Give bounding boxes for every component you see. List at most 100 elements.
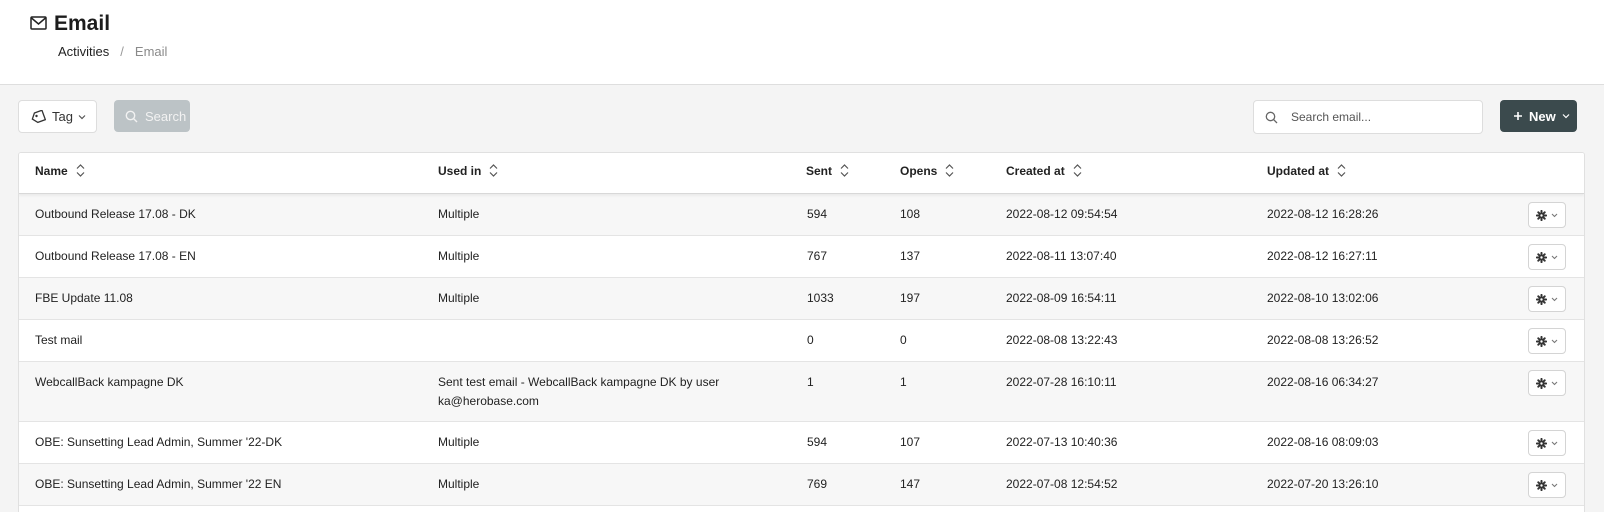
new-button-label: New [1529,108,1556,124]
cell-sent: 767 [807,249,828,263]
row-settings-button[interactable] [1528,328,1566,354]
chevron-down-icon [1551,483,1558,487]
column-header-sent[interactable]: Sent [806,163,849,178]
breadcrumb-separator: / [120,44,124,59]
chevron-down-icon [1551,339,1558,343]
sort-icon [840,164,849,177]
cell-opens: 0 [900,333,907,347]
table-row[interactable]: Outbound Release 17.08 - DK Multiple 594… [19,194,1584,236]
cell-sent: 594 [807,435,828,449]
table-row[interactable]: OBE: Sunsetting Lead Admin, Summer '22 E… [19,464,1584,506]
breadcrumb-activities-link[interactable]: Activities [58,44,109,59]
search-email-input[interactable] [1291,110,1461,124]
tag-icon [31,109,46,123]
chevron-down-icon [78,114,86,119]
cell-created-at: 2022-08-09 16:54:11 [1006,291,1117,305]
cell-updated-at: 2022-08-16 08:09:03 [1267,435,1379,449]
column-header-label: Used in [438,163,482,178]
cell-name: OBE: Sunsetting Lead Admin, Summer '22 E… [35,477,282,491]
gear-icon [1536,479,1547,491]
cell-opens: 108 [900,207,921,221]
cell-name: FBE Update 11.08 [35,291,133,305]
chevron-down-icon [1551,297,1558,301]
column-header-name[interactable]: Name [35,163,85,178]
column-header-updated-at[interactable]: Updated at [1267,163,1346,178]
cell-name: Outbound Release 17.08 - DK [35,207,196,221]
cell-opens: 197 [900,291,921,305]
column-header-label: Opens [900,163,938,178]
column-header-label: Created at [1006,163,1065,178]
cell-sent: 594 [807,207,828,221]
cell-created-at: 2022-07-13 10:40:36 [1006,435,1118,449]
cell-sent: 1 [807,375,814,389]
cell-updated-at: 2022-08-16 06:34:27 [1267,375,1379,389]
sort-icon [76,164,85,177]
cell-used-in: Multiple [438,291,480,305]
cell-updated-at: 2022-08-12 16:28:26 [1267,207,1379,221]
cell-updated-at: 2022-08-10 13:02:06 [1267,291,1379,305]
search-button[interactable]: Search [114,100,190,132]
search-button-label: Search [145,108,187,124]
search-icon [1265,111,1278,123]
sort-icon [489,164,498,177]
column-header-label: Name [35,163,68,178]
table-row[interactable]: OBE: Sunsetting Lead Admin, Summer '22-D… [19,422,1584,464]
cell-name: Test mail [35,333,83,347]
chevron-down-icon [1551,255,1558,259]
table-row[interactable]: FBE Update 11.08 Multiple 1033 197 2022-… [19,278,1584,320]
cell-used-in: Sent test email - WebcallBack kampagne D… [438,375,720,408]
row-settings-button[interactable] [1528,202,1566,228]
cell-opens: 107 [900,435,921,449]
cell-updated-at: 2022-07-20 13:26:10 [1267,477,1379,491]
column-header-label: Updated at [1267,163,1330,178]
row-settings-button[interactable] [1528,244,1566,270]
tag-filter-button[interactable]: Tag [18,100,97,133]
cell-created-at: 2022-07-08 12:54:52 [1006,477,1118,491]
mail-icon [30,16,47,30]
cell-updated-at: 2022-08-12 16:27:11 [1267,249,1378,263]
cell-updated-at: 2022-08-08 13:26:52 [1267,333,1379,347]
row-settings-button[interactable] [1528,430,1566,456]
row-settings-button[interactable] [1528,286,1566,312]
gear-icon [1536,209,1547,221]
cell-name: OBE: Sunsetting Lead Admin, Summer '22-D… [35,435,283,449]
table-row[interactable]: Outbound Release 17.08 - EN Multiple 767… [19,236,1584,278]
column-header-created-at[interactable]: Created at [1006,163,1082,178]
table-row[interactable]: Test mail 0 0 2022-08-08 13:22:43 2022-0… [19,320,1584,362]
chevron-down-icon [1562,114,1570,119]
cell-used-in: Multiple [438,435,480,449]
cell-name: WebcallBack kampagne DK [35,375,184,389]
cell-created-at: 2022-08-11 13:07:40 [1006,249,1117,263]
row-settings-button[interactable] [1528,370,1566,396]
cell-name: Outbound Release 17.08 - EN [35,249,196,263]
cell-opens: 1 [900,375,907,389]
search-icon [125,110,138,122]
table-row[interactable]: WebcallBack kampagne DK Sent test email … [19,362,1584,422]
cell-created-at: 2022-08-12 09:54:54 [1006,207,1118,221]
plus-icon [1514,112,1522,120]
cell-sent: 0 [807,333,814,347]
row-settings-button[interactable] [1528,472,1566,498]
cell-opens: 137 [900,249,921,263]
table-header: Name Used in Sent Opens Created at Updat… [19,153,1584,194]
gear-icon [1536,377,1547,389]
cell-used-in: Multiple [438,249,480,263]
page-header: Email Activities / Email [0,0,1604,85]
column-header-used-in[interactable]: Used in [438,163,498,178]
column-header-opens[interactable]: Opens [900,163,954,178]
cell-used-in: Multiple [438,207,480,221]
gear-icon [1536,293,1547,305]
gear-icon [1536,335,1547,347]
tag-filter-label: Tag [52,109,73,124]
gear-icon [1536,437,1547,449]
breadcrumb: Activities / Email [58,44,167,59]
email-table: Name Used in Sent Opens Created at Updat… [18,152,1585,512]
chevron-down-icon [1551,213,1558,217]
gear-icon [1536,251,1547,263]
search-email-field[interactable] [1253,100,1483,134]
new-button[interactable]: New [1500,100,1577,132]
sort-icon [1073,164,1082,177]
cell-opens: 147 [900,477,921,491]
sort-icon [1337,164,1346,177]
cell-used-in: Multiple [438,477,480,491]
